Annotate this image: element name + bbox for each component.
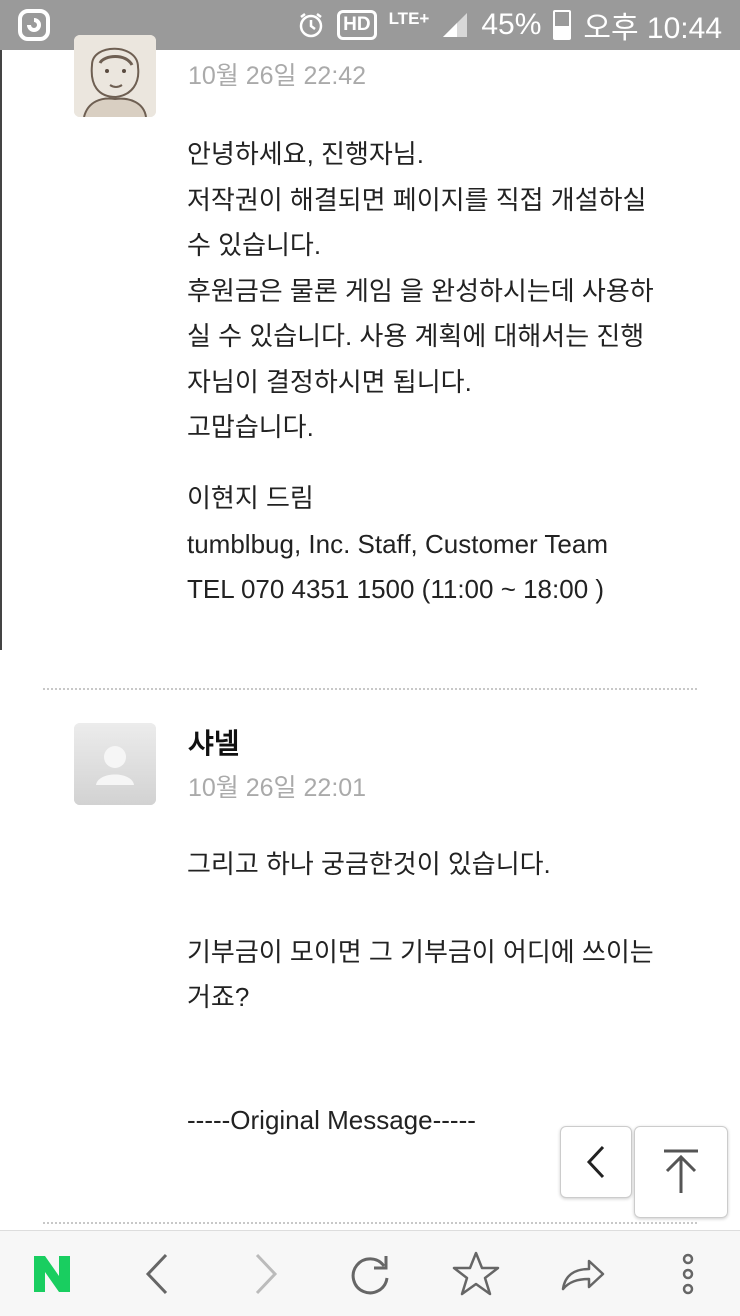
scroll-to-top-icon	[664, 1149, 698, 1193]
browser-toolbar	[0, 1230, 740, 1316]
message-line: 안녕하세요, 진행자님.	[187, 139, 424, 169]
message-divider	[43, 688, 697, 690]
message-paragraph: 기부금이 모이면 그 기부금이 어디에 쓰이는 거죠?	[187, 930, 707, 1020]
message-line: 수 있습니다.	[187, 230, 322, 260]
battery-icon	[553, 10, 572, 40]
share-icon	[561, 1259, 605, 1290]
message-line: 후원금은 물론 게임 을 완성하시는데 사용하	[187, 275, 654, 306]
share-button[interactable]	[542, 1231, 622, 1316]
chevron-right-icon	[255, 1253, 278, 1294]
refresh-button[interactable]	[330, 1231, 410, 1316]
nav-forward-button[interactable]	[225, 1231, 305, 1316]
staff-avatar[interactable]	[74, 35, 156, 117]
signal-icon	[443, 13, 468, 37]
signature-line: tumblbug, Inc. Staff, Customer Team	[187, 528, 609, 559]
message-line: 고맙습니다.	[187, 412, 314, 442]
message-line: 실 수 있습니다. 사용 계획에 대해서는 진행	[187, 321, 645, 351]
chevron-left-icon	[586, 1145, 605, 1179]
naver-home-button[interactable]	[12, 1231, 92, 1316]
battery-percent: 45%	[481, 8, 542, 41]
message-line: 거죠?	[187, 982, 250, 1012]
more-vertical-icon	[682, 1253, 694, 1294]
thread-left-border	[0, 50, 2, 650]
naver-app-icon	[18, 9, 50, 41]
back-button[interactable]	[560, 1126, 632, 1198]
message-date: 10월 26일 22:01	[188, 774, 367, 802]
message-line: 기부금이 모이면 그 기부금이 어디에 쓰이는	[187, 937, 654, 967]
alarm-icon	[299, 13, 323, 38]
signature-line: 이현지 드림	[187, 483, 314, 513]
refresh-icon	[351, 1255, 389, 1294]
message-line: 저작권이 해결되면 페이지를 직접 개설하실	[187, 184, 647, 215]
nav-back-button[interactable]	[118, 1231, 198, 1316]
signature-line: TEL 070 4351 1500 (11:00 ~ 18:00 )	[187, 574, 605, 604]
message-body: 안녕하세요, 진행자님. 저작권이 해결되면 페이지를 직접 개설하실 수 있습…	[187, 132, 707, 451]
default-avatar[interactable]	[74, 723, 156, 805]
message-line: 자님이 결정하시면 됩니다.	[187, 366, 472, 397]
bookmark-button[interactable]	[436, 1231, 516, 1316]
message-author[interactable]: 샤넬	[188, 722, 240, 762]
chevron-left-icon	[145, 1253, 168, 1294]
message-line: 그리고 하나 궁금한것이 있습니다.	[187, 849, 551, 879]
star-icon	[452, 1251, 500, 1295]
more-options-button[interactable]	[648, 1231, 728, 1316]
network-type-label: LTE+	[388, 9, 430, 28]
message-divider	[43, 1222, 697, 1224]
clock: 오후 10:44	[583, 12, 722, 45]
scroll-to-top-button[interactable]	[634, 1126, 728, 1218]
message-signature: 이현지 드림 tumblbug, Inc. Staff, Customer Te…	[187, 476, 608, 613]
hd-voice-icon: HD	[337, 10, 377, 40]
naver-n-icon	[34, 1255, 70, 1292]
message-date: 10월 26일 22:42	[188, 62, 367, 90]
